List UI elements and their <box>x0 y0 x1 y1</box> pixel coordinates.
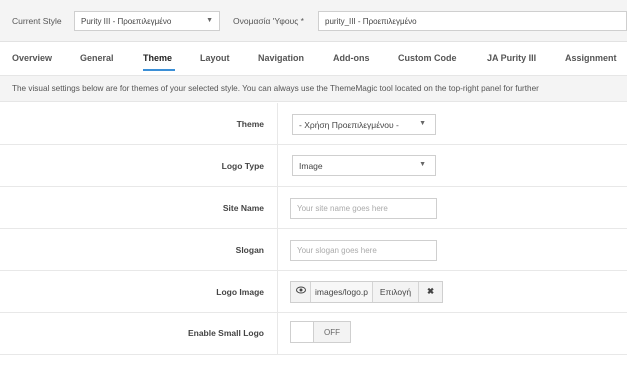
close-icon[interactable]: ✖ <box>419 282 442 302</box>
theme-label: Theme <box>236 119 264 129</box>
site-name-input[interactable]: Your site name goes here <box>290 198 437 219</box>
current-style-select[interactable]: Purity III - Προεπιλεγμένο ▼ <box>74 11 220 31</box>
tab-ja-purity[interactable]: JA Purity III <box>487 53 536 63</box>
tab-layout[interactable]: Layout <box>200 53 230 63</box>
theme-select[interactable]: - Χρήση Προεπιλεγμένου - ▼ <box>292 114 436 135</box>
logo-image-label: Logo Image <box>216 287 264 297</box>
caret-down-icon: ▼ <box>206 17 213 24</box>
small-logo-label: Enable Small Logo <box>187 328 264 338</box>
info-notice: The visual settings below are for themes… <box>0 75 627 102</box>
tab-custom-code[interactable]: Custom Code <box>398 53 457 63</box>
style-name-input[interactable]: purity_III - Προεπιλεγμένο <box>318 11 627 31</box>
tab-addons[interactable]: Add-ons <box>333 53 370 63</box>
tab-navigation[interactable]: Navigation <box>258 53 304 63</box>
site-name-row: Site Name Your site name goes here <box>0 187 627 229</box>
logo-type-row: Logo Type Image ▼ <box>0 145 627 187</box>
logo-type-select[interactable]: Image ▼ <box>292 155 436 176</box>
small-logo-row: Enable Small Logo OFF <box>0 313 627 355</box>
logo-type-label: Logo Type <box>221 161 264 171</box>
logo-image-path[interactable]: images/logo.p <box>311 282 373 302</box>
current-style-label: Current Style <box>12 16 62 26</box>
toggle-knob[interactable] <box>291 322 314 342</box>
tab-general[interactable]: General <box>80 53 114 63</box>
tab-overview[interactable]: Overview <box>12 53 52 63</box>
logo-image-picker: images/logo.p Επιλογή ✖ <box>290 281 443 303</box>
style-toolbar: Current Style Purity III - Προεπιλεγμένο… <box>0 0 627 42</box>
tab-assignment[interactable]: Assignment <box>565 53 617 63</box>
small-logo-toggle[interactable]: OFF <box>290 321 351 343</box>
site-name-label: Site Name <box>222 203 264 213</box>
select-image-button[interactable]: Επιλογή <box>373 282 419 302</box>
caret-down-icon: ▼ <box>419 161 426 168</box>
slogan-input[interactable]: Your slogan goes here <box>290 240 437 261</box>
caret-down-icon: ▼ <box>419 120 426 127</box>
active-tab-indicator <box>143 69 175 71</box>
logo-image-row: Logo Image images/logo.p Επιλογή ✖ <box>0 271 627 313</box>
tab-theme[interactable]: Theme <box>143 53 172 63</box>
slogan-row: Slogan Your slogan goes here <box>0 229 627 271</box>
slogan-label: Slogan <box>235 245 264 255</box>
toggle-state: OFF <box>314 322 350 342</box>
eye-icon[interactable] <box>291 282 311 302</box>
settings-tabs: Overview General Theme Layout Navigation… <box>0 43 627 73</box>
theme-row: Theme - Χρήση Προεπιλεγμένου - ▼ <box>0 103 627 145</box>
style-name-label: Ονομασία 'Υφους * <box>233 16 304 26</box>
